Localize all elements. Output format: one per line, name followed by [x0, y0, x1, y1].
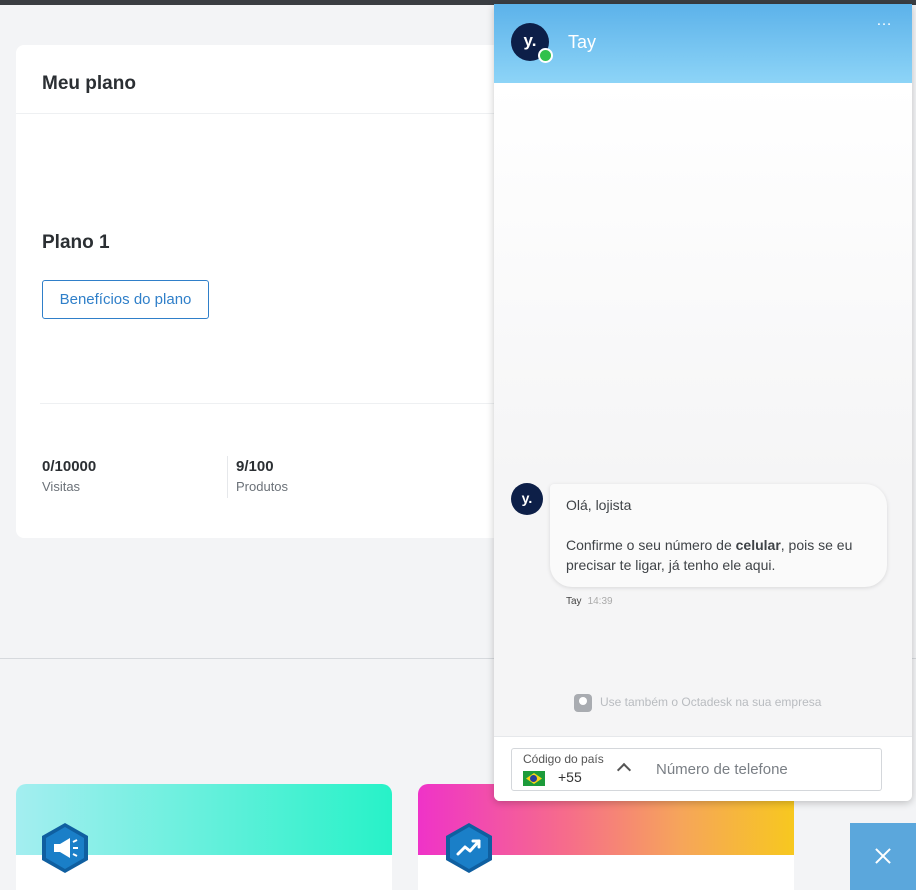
close-chat-button[interactable]	[850, 823, 916, 890]
message-bold: celular	[735, 537, 781, 553]
octadesk-logo-icon	[574, 694, 592, 712]
chat-message-bubble: Olá, lojista Confirme o seu número de ce…	[550, 484, 887, 587]
plan-name: Plano 1	[42, 232, 110, 253]
chevron-up-icon	[616, 762, 632, 778]
country-code-label: Código do país	[523, 752, 604, 766]
stat-products: 9/100 Produtos	[236, 458, 288, 494]
octadesk-promo-link[interactable]: Use também o Octadesk na sua empresa	[574, 694, 821, 712]
stat-separator	[227, 456, 228, 498]
stat-visits: 0/10000 Visitas	[42, 458, 96, 494]
more-options-icon[interactable]: …	[876, 12, 894, 30]
agent-name: Tay	[568, 32, 597, 52]
plan-benefits-button[interactable]: Benefícios do plano	[42, 280, 209, 319]
chat-widget: y. Tay … y. Olá, lojista Confirme o seu …	[494, 4, 912, 801]
stat-label: Visitas	[42, 479, 81, 494]
stat-label: Produtos	[236, 479, 289, 494]
message-meta: Tay 14:39	[566, 596, 613, 607]
country-code-value: +55	[558, 769, 582, 785]
stat-value: 9/100	[236, 458, 274, 475]
chat-messages	[494, 83, 912, 737]
chat-header: y. Tay …	[494, 4, 912, 83]
message-time: 14:39	[587, 596, 613, 607]
message-body: Confirme o seu número de celular, pois s…	[566, 537, 853, 573]
octadesk-promo-text: Use também o Octadesk na sua empresa	[600, 695, 822, 710]
online-status-indicator	[538, 48, 553, 63]
message-sender: Tay	[566, 596, 582, 607]
divider	[40, 403, 520, 404]
phone-number-input[interactable]	[642, 748, 882, 791]
chat-footer: Código do país +55	[494, 736, 912, 801]
megaphone-icon	[42, 823, 88, 873]
plan-card: Meu plano Plano 1 Benefícios do plano 0/…	[16, 45, 536, 538]
message-avatar: y.	[511, 483, 543, 515]
stat-value: 0/10000	[42, 458, 97, 475]
brazil-flag-icon	[523, 771, 545, 786]
promo-card-marketing[interactable]	[16, 784, 392, 890]
plan-card-title: Meu plano	[42, 73, 136, 94]
trending-up-icon	[446, 823, 492, 873]
divider	[16, 113, 536, 114]
message-greeting: Olá, lojista	[566, 497, 632, 513]
country-code-select[interactable]: Código do país +55	[511, 748, 643, 791]
